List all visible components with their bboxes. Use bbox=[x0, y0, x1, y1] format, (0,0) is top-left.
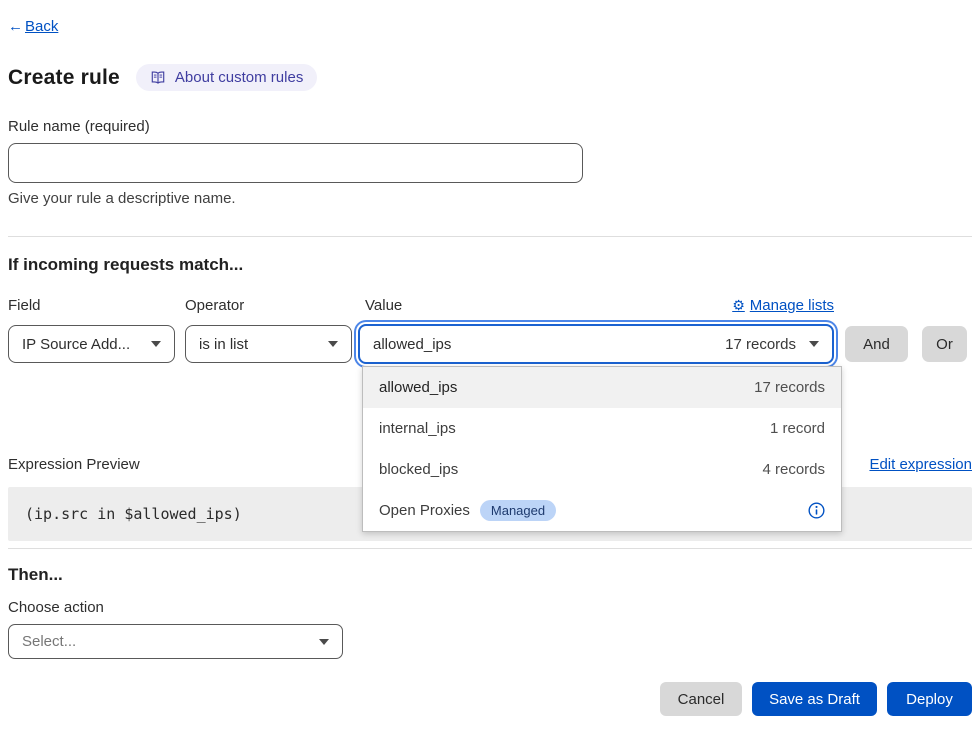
manage-lists-link[interactable]: ⚙ Manage lists bbox=[732, 297, 834, 314]
about-custom-rules-link[interactable]: About custom rules bbox=[136, 64, 317, 91]
expression-preview-label: Expression Preview bbox=[8, 456, 140, 473]
cancel-button[interactable]: Cancel bbox=[660, 682, 742, 716]
list-item-name: Open Proxies bbox=[379, 502, 470, 519]
operator-select[interactable]: is in list bbox=[185, 325, 352, 363]
managed-badge: Managed bbox=[480, 500, 556, 521]
action-select-placeholder: Select... bbox=[22, 633, 76, 650]
condition-labels-row: Field Operator Value ⚙ Manage lists bbox=[8, 297, 972, 314]
section-divider bbox=[8, 548, 972, 549]
chevron-down-icon bbox=[809, 341, 819, 347]
or-button[interactable]: Or bbox=[922, 326, 967, 362]
gear-icon: ⚙ bbox=[732, 297, 745, 314]
value-select-value: allowed_ips bbox=[373, 336, 451, 353]
expression-code: (ip.src in $allowed_ips) bbox=[25, 505, 242, 523]
back-link[interactable]: ←Back bbox=[8, 18, 58, 35]
rule-name-help-text: Give your rule a descriptive name. bbox=[8, 190, 972, 207]
match-section-heading: If incoming requests match... bbox=[8, 255, 972, 275]
list-item-name: blocked_ips bbox=[379, 461, 458, 478]
list-dropdown-panel: allowed_ips 17 records internal_ips 1 re… bbox=[362, 366, 842, 532]
action-select[interactable]: Select... bbox=[8, 624, 343, 659]
chevron-down-icon bbox=[151, 341, 161, 347]
back-link-label: Back bbox=[25, 18, 58, 35]
list-item-records: 4 records bbox=[762, 461, 825, 478]
field-select[interactable]: IP Source Add... bbox=[8, 325, 175, 363]
operator-select-value: is in list bbox=[199, 336, 248, 353]
list-item-internal-ips[interactable]: internal_ips 1 record bbox=[363, 408, 841, 449]
about-custom-rules-label: About custom rules bbox=[175, 69, 303, 86]
field-select-value: IP Source Add... bbox=[22, 336, 130, 353]
book-icon bbox=[150, 70, 166, 85]
back-arrow-icon: ← bbox=[8, 18, 23, 35]
list-item-records: 1 record bbox=[770, 420, 825, 437]
footer-actions: Cancel Save as Draft Deploy bbox=[8, 682, 972, 716]
deploy-button[interactable]: Deploy bbox=[887, 682, 972, 716]
list-item-blocked-ips[interactable]: blocked_ips 4 records bbox=[363, 449, 841, 490]
section-divider bbox=[8, 236, 972, 237]
field-label: Field bbox=[8, 297, 175, 314]
save-as-draft-button[interactable]: Save as Draft bbox=[752, 682, 877, 716]
value-select-records: 17 records bbox=[725, 336, 796, 353]
value-select[interactable]: allowed_ips 17 records bbox=[358, 324, 834, 364]
page-title: Create rule bbox=[8, 66, 120, 90]
back-row: ←Back bbox=[8, 0, 972, 35]
list-item-name: allowed_ips bbox=[379, 379, 457, 396]
list-item-allowed-ips[interactable]: allowed_ips 17 records bbox=[363, 367, 841, 408]
then-section-heading: Then... bbox=[8, 565, 972, 585]
create-rule-page: ←Back Create rule About custom rules Rul… bbox=[0, 0, 979, 739]
chevron-down-icon bbox=[319, 639, 329, 645]
edit-expression-link[interactable]: Edit expression bbox=[869, 456, 972, 473]
title-row: Create rule About custom rules bbox=[8, 64, 972, 91]
rule-name-input[interactable] bbox=[8, 143, 583, 183]
info-icon[interactable] bbox=[808, 502, 825, 519]
list-item-records: 17 records bbox=[754, 379, 825, 396]
and-button[interactable]: And bbox=[845, 326, 908, 362]
rule-name-label: Rule name (required) bbox=[8, 118, 972, 135]
chevron-down-icon bbox=[328, 341, 338, 347]
list-item-name: internal_ips bbox=[379, 420, 456, 437]
value-label: Value bbox=[365, 297, 402, 314]
manage-lists-label: Manage lists bbox=[750, 297, 834, 314]
condition-selects-row: IP Source Add... is in list allowed_ips … bbox=[8, 324, 972, 364]
list-item-open-proxies[interactable]: Open Proxies Managed bbox=[363, 490, 841, 531]
choose-action-label: Choose action bbox=[8, 599, 972, 616]
operator-label: Operator bbox=[185, 297, 352, 314]
